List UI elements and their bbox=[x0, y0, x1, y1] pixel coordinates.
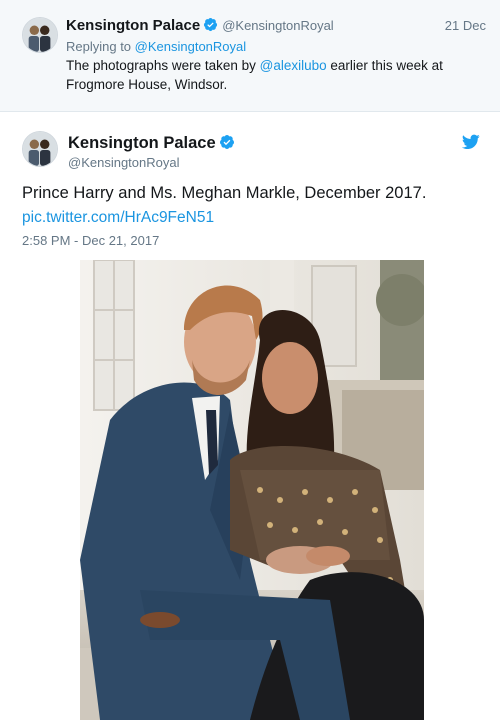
text-segment: The photographs were taken by bbox=[66, 58, 260, 73]
verified-badge-icon bbox=[203, 17, 218, 32]
avatar-image bbox=[23, 18, 57, 52]
reply-tweet-text: The photographs were taken by @alexilubo… bbox=[66, 56, 486, 94]
replying-to-line: Replying to @KensingtonRoyal bbox=[66, 39, 246, 54]
author-name-row: Kensington Palace bbox=[68, 134, 235, 153]
author-handle[interactable]: @KensingtonRoyal bbox=[68, 155, 179, 170]
author-name[interactable]: Kensington Palace bbox=[66, 17, 200, 34]
twitter-bird-icon[interactable] bbox=[462, 134, 480, 150]
replying-to-mention[interactable]: @KensingtonRoyal bbox=[135, 39, 246, 54]
avatar-image bbox=[23, 132, 57, 166]
reply-tweet[interactable]: Kensington Palace @KensingtonRoyal 21 Dec… bbox=[0, 0, 500, 112]
tweet-timestamp[interactable]: 2:58 PM - Dec 21, 2017 bbox=[22, 233, 159, 248]
replying-to-label: Replying to bbox=[66, 39, 135, 54]
tweet-media-link[interactable]: pic.twitter.com/HrAc9FeN51 bbox=[22, 209, 214, 227]
author-name[interactable]: Kensington Palace bbox=[68, 134, 216, 152]
tweet-text: Prince Harry and Ms. Meghan Markle, Dece… bbox=[22, 184, 427, 202]
avatar[interactable] bbox=[22, 17, 58, 53]
author-handle[interactable]: @KensingtonRoyal bbox=[222, 18, 333, 33]
verified-badge-icon bbox=[219, 134, 235, 150]
avatar[interactable] bbox=[22, 131, 58, 167]
tweet-photo[interactable] bbox=[80, 260, 424, 720]
engagement-photo-image bbox=[80, 260, 424, 720]
main-tweet: Kensington Palace @KensingtonRoyal Princ… bbox=[0, 112, 500, 720]
photographer-mention[interactable]: @alexilubo bbox=[260, 58, 327, 73]
tweet-date[interactable]: 21 Dec bbox=[445, 18, 486, 33]
reply-tweet-header: Kensington Palace @KensingtonRoyal 21 Dec bbox=[66, 17, 486, 39]
